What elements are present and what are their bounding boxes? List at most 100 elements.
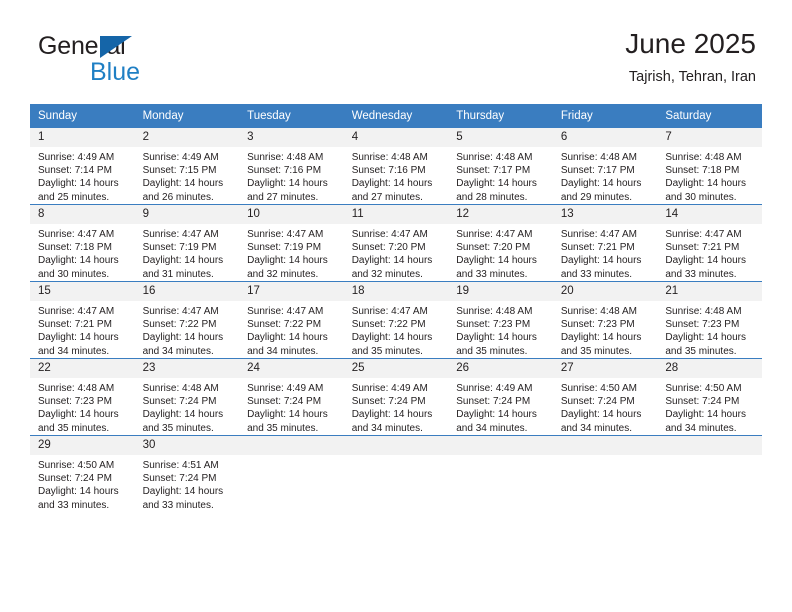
- weekday-header-wednesday: Wednesday: [343, 104, 449, 128]
- daylight-text-line2: and 34 minutes.: [142, 345, 214, 357]
- day-number: 26: [448, 359, 553, 378]
- day-cell[interactable]: 16 Sunrise: 4:47 AM Sunset: 7:22 PM Dayl…: [134, 281, 240, 359]
- daylight-text-line2: and 34 minutes.: [247, 345, 319, 357]
- sunset-text: Sunset: 7:21 PM: [560, 242, 635, 254]
- sunset-text: Sunset: 7:14 PM: [38, 165, 112, 177]
- day-number: 29: [30, 436, 135, 455]
- sunrise-text: Sunrise: 4:49 AM: [38, 152, 115, 163]
- day-cell[interactable]: 14 Sunrise: 4:47 AM Sunset: 7:21 PM Dayl…: [657, 204, 762, 282]
- daylight-text-line2: and 34 minutes.: [351, 422, 423, 434]
- weekday-header-saturday: Saturday: [657, 104, 762, 128]
- day-number: [552, 436, 658, 455]
- sunset-text: Sunset: 7:24 PM: [456, 396, 531, 408]
- day-cell[interactable]: 5 Sunrise: 4:48 AM Sunset: 7:17 PM Dayli…: [448, 128, 553, 205]
- day-details: Sunrise: 4:47 AM Sunset: 7:20 PM Dayligh…: [448, 224, 553, 281]
- daylight-text-line2: and 27 minutes.: [247, 191, 319, 203]
- day-cell-empty: [657, 435, 762, 512]
- triangle-icon: [100, 36, 132, 58]
- sunset-text: Sunset: 7:20 PM: [351, 242, 426, 254]
- daylight-text-line1: Daylight: 14 hours: [38, 332, 119, 344]
- day-cell[interactable]: 21 Sunrise: 4:48 AM Sunset: 7:23 PM Dayl…: [657, 281, 762, 359]
- day-cell[interactable]: 15 Sunrise: 4:47 AM Sunset: 7:21 PM Dayl…: [30, 281, 135, 359]
- day-cell[interactable]: 12 Sunrise: 4:47 AM Sunset: 7:20 PM Dayl…: [448, 204, 553, 282]
- general-blue-logo[interactable]: General Blue: [38, 32, 268, 92]
- day-number: 3: [239, 128, 344, 147]
- day-cell[interactable]: 6 Sunrise: 4:48 AM Sunset: 7:17 PM Dayli…: [552, 128, 658, 205]
- sunrise-text: Sunrise: 4:50 AM: [560, 383, 637, 394]
- daylight-text-line1: Daylight: 14 hours: [247, 178, 328, 190]
- daylight-text-line1: Daylight: 14 hours: [560, 255, 642, 267]
- daylight-text-line2: and 30 minutes.: [665, 191, 737, 203]
- day-number: 17: [239, 282, 344, 301]
- sunrise-text: Sunrise: 4:47 AM: [665, 229, 742, 240]
- day-details: Sunrise: 4:48 AM Sunset: 7:23 PM Dayligh…: [448, 301, 553, 358]
- day-cell-empty: [552, 435, 658, 512]
- day-cell[interactable]: 9 Sunrise: 4:47 AM Sunset: 7:19 PM Dayli…: [134, 204, 240, 282]
- daylight-text-line2: and 30 minutes.: [38, 268, 110, 280]
- day-cell[interactable]: 28 Sunrise: 4:50 AM Sunset: 7:24 PM Dayl…: [657, 358, 762, 436]
- daylight-text-line1: Daylight: 14 hours: [38, 486, 119, 498]
- sunset-text: Sunset: 7:24 PM: [142, 473, 217, 485]
- sunset-text: Sunset: 7:20 PM: [456, 242, 531, 254]
- day-number: [448, 436, 553, 455]
- day-cell[interactable]: 26 Sunrise: 4:49 AM Sunset: 7:24 PM Dayl…: [448, 358, 553, 436]
- sunrise-text: Sunrise: 4:47 AM: [142, 306, 219, 317]
- sunset-text: Sunset: 7:24 PM: [665, 396, 740, 408]
- day-number: 25: [343, 359, 449, 378]
- day-cell[interactable]: 24 Sunrise: 4:49 AM Sunset: 7:24 PM Dayl…: [239, 358, 344, 436]
- day-details: Sunrise: 4:47 AM Sunset: 7:22 PM Dayligh…: [135, 301, 240, 358]
- day-number: 18: [343, 282, 449, 301]
- day-cell[interactable]: 23 Sunrise: 4:48 AM Sunset: 7:24 PM Dayl…: [134, 358, 240, 436]
- page-header: General Blue June 2025 Tajrish, Tehran, …: [0, 26, 792, 96]
- day-cell[interactable]: 25 Sunrise: 4:49 AM Sunset: 7:24 PM Dayl…: [343, 358, 449, 436]
- calendar-week-row: 15 Sunrise: 4:47 AM Sunset: 7:21 PM Dayl…: [30, 281, 762, 359]
- day-cell[interactable]: 17 Sunrise: 4:47 AM Sunset: 7:22 PM Dayl…: [239, 281, 344, 359]
- sunrise-text: Sunrise: 4:47 AM: [38, 229, 115, 240]
- day-number: 12: [448, 205, 553, 224]
- sunrise-text: Sunrise: 4:47 AM: [38, 306, 115, 317]
- day-number: 6: [552, 128, 658, 147]
- daylight-text-line1: Daylight: 14 hours: [142, 486, 224, 498]
- day-cell-empty: [343, 435, 449, 512]
- sunset-text: Sunset: 7:18 PM: [38, 242, 112, 254]
- day-details: Sunrise: 4:47 AM Sunset: 7:19 PM Dayligh…: [135, 224, 240, 281]
- day-cell[interactable]: 8 Sunrise: 4:47 AM Sunset: 7:18 PM Dayli…: [30, 204, 135, 282]
- sunrise-text: Sunrise: 4:49 AM: [351, 383, 428, 394]
- day-cell[interactable]: 19 Sunrise: 4:48 AM Sunset: 7:23 PM Dayl…: [448, 281, 553, 359]
- day-cell[interactable]: 20 Sunrise: 4:48 AM Sunset: 7:23 PM Dayl…: [552, 281, 658, 359]
- day-cell[interactable]: 13 Sunrise: 4:47 AM Sunset: 7:21 PM Dayl…: [552, 204, 658, 282]
- sunrise-text: Sunrise: 4:48 AM: [665, 152, 742, 163]
- daylight-text-line1: Daylight: 14 hours: [38, 178, 119, 190]
- day-number: 20: [552, 282, 658, 301]
- day-cell[interactable]: 4 Sunrise: 4:48 AM Sunset: 7:16 PM Dayli…: [343, 128, 449, 205]
- day-cell[interactable]: 10 Sunrise: 4:47 AM Sunset: 7:19 PM Dayl…: [239, 204, 344, 282]
- day-details: Sunrise: 4:47 AM Sunset: 7:21 PM Dayligh…: [553, 224, 658, 281]
- day-cell[interactable]: 3 Sunrise: 4:48 AM Sunset: 7:16 PM Dayli…: [239, 128, 344, 205]
- day-details: Sunrise: 4:47 AM Sunset: 7:19 PM Dayligh…: [239, 224, 344, 281]
- day-number: 24: [239, 359, 344, 378]
- day-cell[interactable]: 18 Sunrise: 4:47 AM Sunset: 7:22 PM Dayl…: [343, 281, 449, 359]
- day-cell[interactable]: 29 Sunrise: 4:50 AM Sunset: 7:24 PM Dayl…: [30, 435, 135, 512]
- day-number: 5: [448, 128, 553, 147]
- day-details: Sunrise: 4:49 AM Sunset: 7:24 PM Dayligh…: [239, 378, 344, 435]
- daylight-text-line2: and 27 minutes.: [351, 191, 423, 203]
- daylight-text-line1: Daylight: 14 hours: [560, 332, 642, 344]
- calendar-week-row: 22 Sunrise: 4:48 AM Sunset: 7:23 PM Dayl…: [30, 358, 762, 436]
- day-cell[interactable]: 1 Sunrise: 4:49 AM Sunset: 7:14 PM Dayli…: [30, 128, 135, 205]
- daylight-text-line1: Daylight: 14 hours: [38, 409, 119, 421]
- day-cell[interactable]: 2 Sunrise: 4:49 AM Sunset: 7:15 PM Dayli…: [134, 128, 240, 205]
- daylight-text-line2: and 32 minutes.: [247, 268, 319, 280]
- day-cell[interactable]: 7 Sunrise: 4:48 AM Sunset: 7:18 PM Dayli…: [657, 128, 762, 205]
- daylight-text-line1: Daylight: 14 hours: [456, 255, 537, 267]
- day-cell[interactable]: 22 Sunrise: 4:48 AM Sunset: 7:23 PM Dayl…: [30, 358, 135, 436]
- daylight-text-line2: and 35 minutes.: [142, 422, 214, 434]
- day-cell[interactable]: 11 Sunrise: 4:47 AM Sunset: 7:20 PM Dayl…: [343, 204, 449, 282]
- calendar-week-row: 1 Sunrise: 4:49 AM Sunset: 7:14 PM Dayli…: [30, 128, 762, 205]
- day-details: Sunrise: 4:48 AM Sunset: 7:18 PM Dayligh…: [657, 147, 762, 204]
- day-number: 15: [30, 282, 135, 301]
- day-cell[interactable]: 27 Sunrise: 4:50 AM Sunset: 7:24 PM Dayl…: [552, 358, 658, 436]
- daylight-text-line2: and 33 minutes.: [142, 499, 214, 511]
- day-cell[interactable]: 30 Sunrise: 4:51 AM Sunset: 7:24 PM Dayl…: [134, 435, 240, 512]
- sunset-text: Sunset: 7:24 PM: [38, 473, 112, 485]
- day-details: Sunrise: 4:48 AM Sunset: 7:16 PM Dayligh…: [344, 147, 449, 204]
